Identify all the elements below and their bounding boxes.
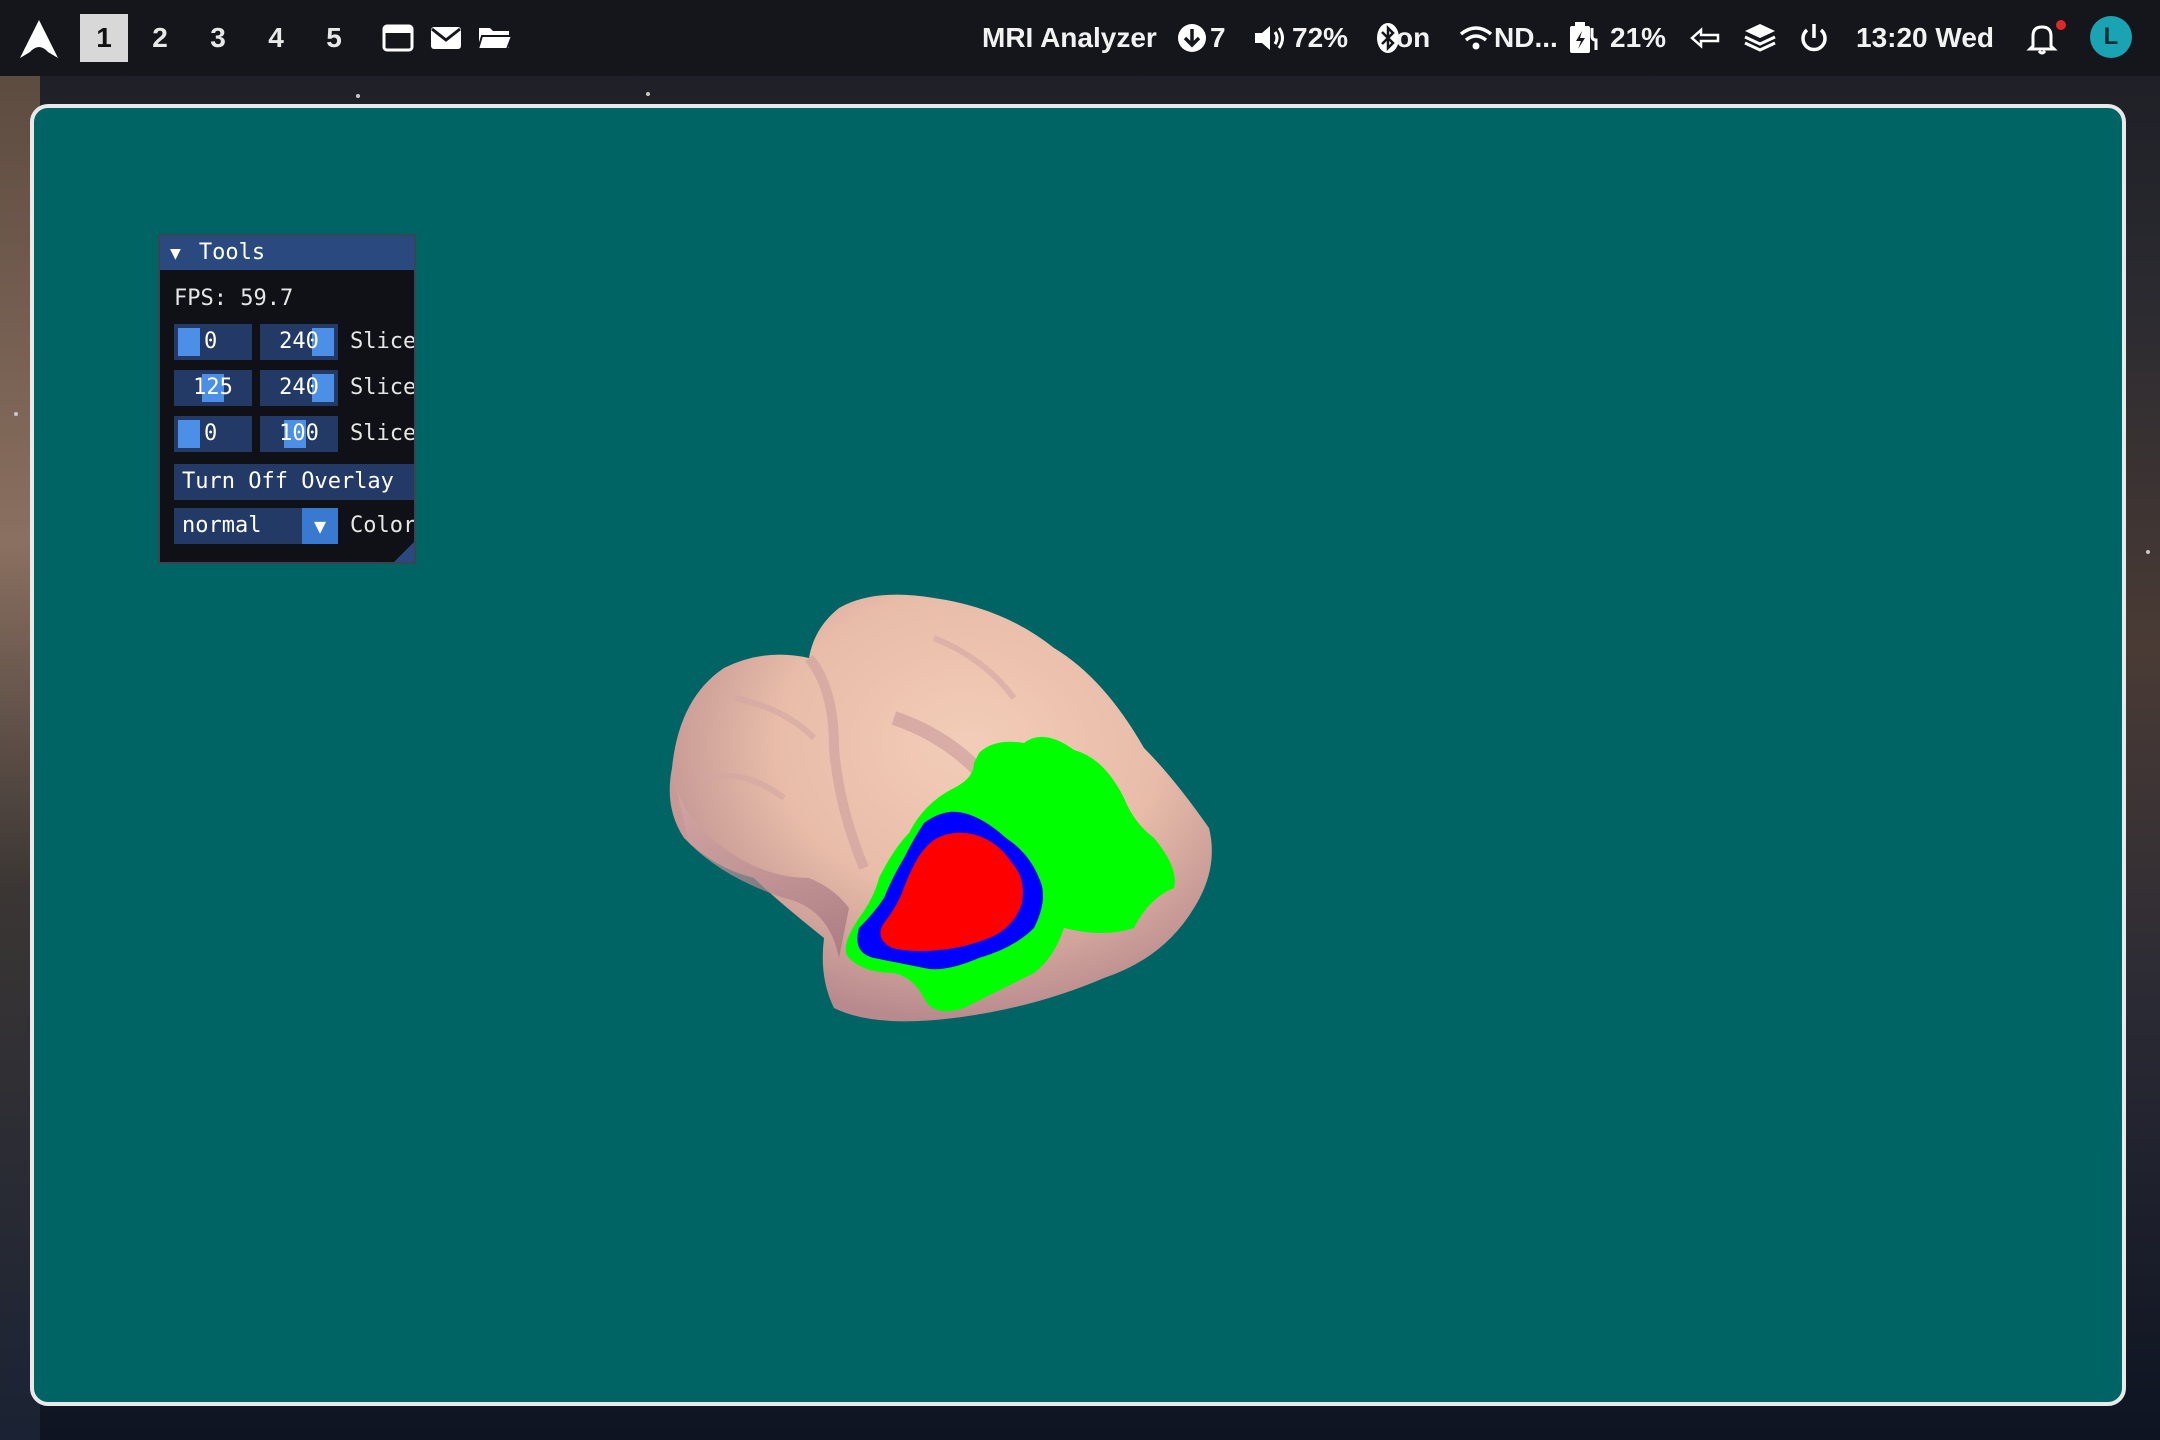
slice-1-min-value: 0: [204, 329, 218, 354]
slice-2-max-slider[interactable]: 240: [260, 370, 338, 406]
slice-2-label: Slice: [350, 375, 416, 400]
turn-off-overlay-button[interactable]: Turn Off Overlay: [174, 464, 414, 500]
back-arrow-icon[interactable]: [1688, 20, 1724, 56]
resize-grip-icon[interactable]: [394, 542, 414, 562]
arch-logo-icon[interactable]: [18, 18, 60, 60]
chevron-down-icon[interactable]: ▼: [302, 508, 338, 544]
slice-3-min-slider[interactable]: 0: [174, 416, 252, 452]
download-icon[interactable]: [1174, 20, 1210, 56]
color-mode-value: normal: [182, 513, 262, 538]
slice-3-min-value: 0: [204, 421, 218, 446]
mri-viewport-window[interactable]: ▼ Tools FPS: 59.7 0 240 Slice 125 240 Sl…: [30, 104, 2126, 1406]
slice-1-max-value: 240: [279, 329, 319, 354]
avatar[interactable]: L: [2090, 16, 2132, 58]
color-mode-select[interactable]: normal ▼: [174, 508, 338, 544]
workspace-1-button[interactable]: 1: [80, 14, 128, 62]
wifi-network: ND...: [1494, 22, 1558, 53]
bluetooth-status: on: [1396, 22, 1431, 53]
tools-panel: ▼ Tools FPS: 59.7 0 240 Slice 125 240 Sl…: [158, 234, 416, 564]
power-icon[interactable]: [1796, 20, 1832, 56]
tools-panel-header[interactable]: ▼ Tools: [160, 236, 414, 270]
layers-icon[interactable]: [1742, 20, 1778, 56]
tools-title: Tools: [198, 240, 266, 265]
top-panel: 1 2 3 4 5 MRI Analyzer 7 72% on ND... 21…: [0, 0, 2160, 76]
star-dot: [356, 94, 360, 98]
wifi-icon[interactable]: [1458, 20, 1494, 56]
slice-1-min-slider[interactable]: 0: [174, 324, 252, 360]
collapse-triangle-icon[interactable]: ▼: [170, 237, 181, 271]
volume-level: 72%: [1292, 22, 1349, 53]
volume-icon[interactable]: [1252, 20, 1288, 56]
workspace-4-button[interactable]: 4: [252, 14, 300, 62]
app-title: MRI Analyzer: [982, 22, 1157, 53]
star-dot: [14, 412, 18, 416]
slice-3-max-slider[interactable]: 100: [260, 416, 338, 452]
star-dot: [646, 92, 650, 96]
window-icon[interactable]: [380, 20, 416, 56]
slice-3-label: Slice: [350, 421, 416, 446]
slice-2-min-slider[interactable]: 125: [174, 370, 252, 406]
battery-level: 21%: [1610, 22, 1667, 53]
workspace-3-button[interactable]: 3: [194, 14, 242, 62]
slice-3-max-value: 100: [279, 421, 319, 446]
updates-count: 7: [1210, 22, 1226, 53]
workspace-2-button[interactable]: 2: [136, 14, 184, 62]
bell-icon[interactable]: [2024, 20, 2060, 56]
mail-icon[interactable]: [428, 20, 464, 56]
clock: 13:20 Wed: [1856, 22, 1994, 53]
star-dot: [2146, 550, 2150, 554]
battery-charging-icon[interactable]: [1566, 20, 1602, 56]
brain-3d-render[interactable]: [634, 578, 1354, 1098]
fps-counter: FPS: 59.7: [174, 286, 294, 311]
workspace-5-button[interactable]: 5: [310, 14, 358, 62]
notification-dot: [2056, 20, 2066, 30]
color-label: Color: [350, 513, 416, 538]
slice-2-min-value: 125: [193, 375, 233, 400]
slice-1-label: Slice: [350, 329, 416, 354]
slice-1-max-slider[interactable]: 240: [260, 324, 338, 360]
folder-icon[interactable]: [476, 20, 512, 56]
slice-2-max-value: 240: [279, 375, 319, 400]
